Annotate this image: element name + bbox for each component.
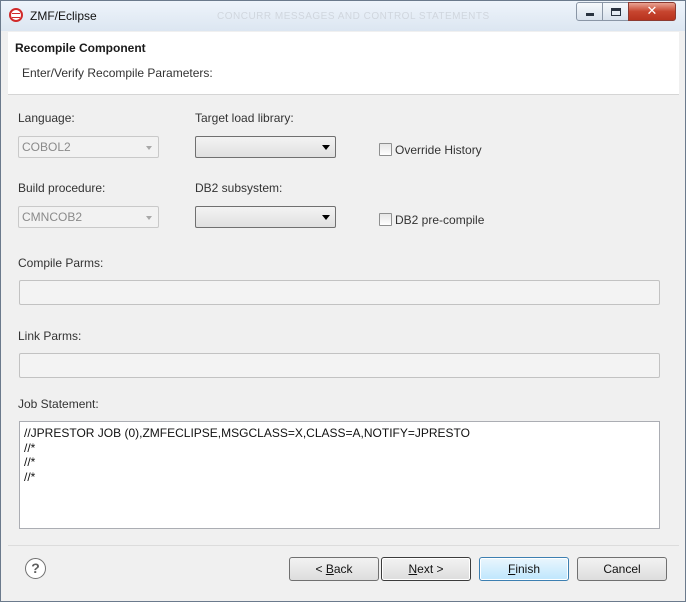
db2-precompile-checkbox[interactable]	[379, 213, 392, 226]
link-parms-label: Link Parms:	[18, 329, 82, 343]
target-load-library-label: Target load library:	[195, 111, 294, 125]
maximize-icon	[610, 7, 621, 16]
chevron-down-icon	[322, 215, 330, 220]
finish-button-label: Finish	[507, 562, 541, 576]
compile-parms-label: Compile Parms:	[18, 256, 104, 270]
close-button[interactable]: ✕	[628, 2, 676, 21]
eclipse-app-icon	[9, 8, 23, 22]
chevron-down-icon	[322, 145, 330, 150]
minimize-icon	[585, 13, 594, 16]
override-history-checkbox[interactable]	[379, 143, 392, 156]
page-title: Recompile Component	[15, 41, 146, 55]
next-button-label: Next >	[408, 562, 444, 576]
job-statement-label: Job Statement:	[18, 397, 99, 411]
finish-button[interactable]: Finish	[479, 557, 569, 581]
window-title-ghost: CONCURR MESSAGES AND CONTROL STATEMENTS	[217, 11, 490, 22]
close-icon: ✕	[646, 4, 658, 19]
override-history-label[interactable]: Override History	[395, 143, 482, 157]
target-load-library-combo[interactable]	[195, 136, 336, 158]
db2-subsystem-label: DB2 subsystem:	[195, 181, 283, 195]
cancel-button[interactable]: Cancel	[577, 557, 667, 581]
language-value: COBOL2	[22, 140, 71, 154]
link-parms-field	[19, 353, 660, 378]
maximize-button[interactable]	[602, 2, 629, 21]
compile-parms-field	[19, 280, 660, 305]
back-button[interactable]: < Back	[289, 557, 379, 581]
help-icon[interactable]: ?	[25, 558, 46, 579]
db2-precompile-label[interactable]: DB2 pre-compile	[395, 213, 484, 227]
window-title: ZMF/Eclipse	[30, 9, 97, 23]
language-label: Language:	[18, 111, 75, 125]
db2-subsystem-combo[interactable]	[195, 206, 336, 228]
recompile-dialog-window: ZMF/Eclipse CONCURR MESSAGES AND CONTROL…	[0, 0, 686, 602]
build-procedure-value: CMNCOB2	[22, 210, 83, 224]
minimize-button[interactable]	[576, 2, 603, 21]
next-button[interactable]: Next >	[381, 557, 471, 581]
title-bar[interactable]: ZMF/Eclipse CONCURR MESSAGES AND CONTROL…	[1, 1, 685, 31]
job-statement-textarea[interactable]: //JPRESTOR JOB (0),ZMFECLIPSE,MSGCLASS=X…	[19, 421, 660, 529]
footer-divider	[8, 545, 679, 546]
chevron-down-icon	[146, 216, 152, 220]
back-button-label: < Back	[315, 562, 353, 576]
chevron-down-icon	[146, 146, 152, 150]
build-procedure-combo: CMNCOB2	[18, 206, 159, 228]
wizard-header: Recompile Component Enter/Verify Recompi…	[8, 32, 679, 95]
page-subtitle: Enter/Verify Recompile Parameters:	[22, 66, 213, 80]
build-procedure-label: Build procedure:	[18, 181, 106, 195]
language-combo: COBOL2	[18, 136, 159, 158]
